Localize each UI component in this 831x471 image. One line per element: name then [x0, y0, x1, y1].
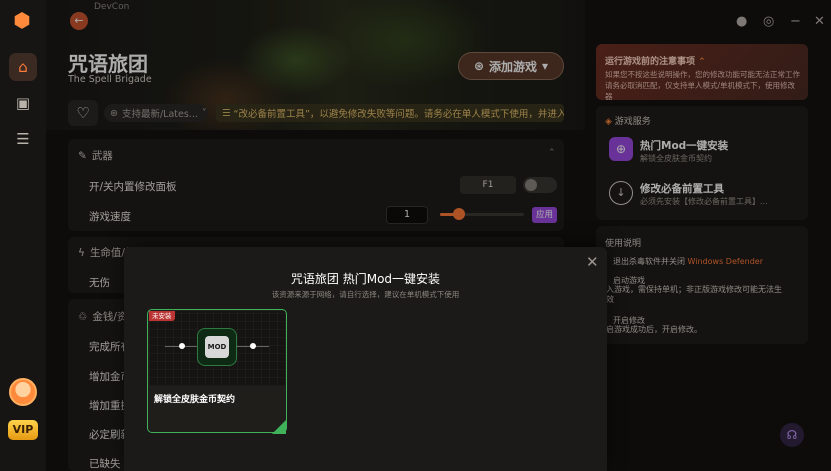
close-icon[interactable]: ✕ — [586, 253, 599, 271]
connector-dot — [250, 343, 256, 349]
mod-card-title: 解锁全皮肤金币契约 — [154, 395, 236, 405]
modal-subtitle: 该资源来源于网络，请自行选择，建议在单机模式下使用 — [271, 290, 460, 299]
storage-icon[interactable]: ☰ — [9, 125, 37, 153]
status-badge: 未安装 — [149, 311, 175, 321]
mod-box: MOD — [205, 336, 229, 358]
games-icon[interactable]: ▣ — [9, 89, 37, 117]
avatar[interactable] — [9, 378, 37, 406]
connector-dot — [179, 343, 185, 349]
home-icon[interactable]: ⌂ — [9, 53, 37, 81]
hexagon-logo-icon[interactable]: ⬢ — [11, 9, 33, 31]
mod-icon: MOD — [197, 328, 237, 366]
modal-title: 咒语旅团 热门Mod一键安装 — [290, 272, 441, 286]
vip-badge[interactable]: VIP — [8, 420, 38, 440]
selected-check-icon — [272, 420, 286, 434]
